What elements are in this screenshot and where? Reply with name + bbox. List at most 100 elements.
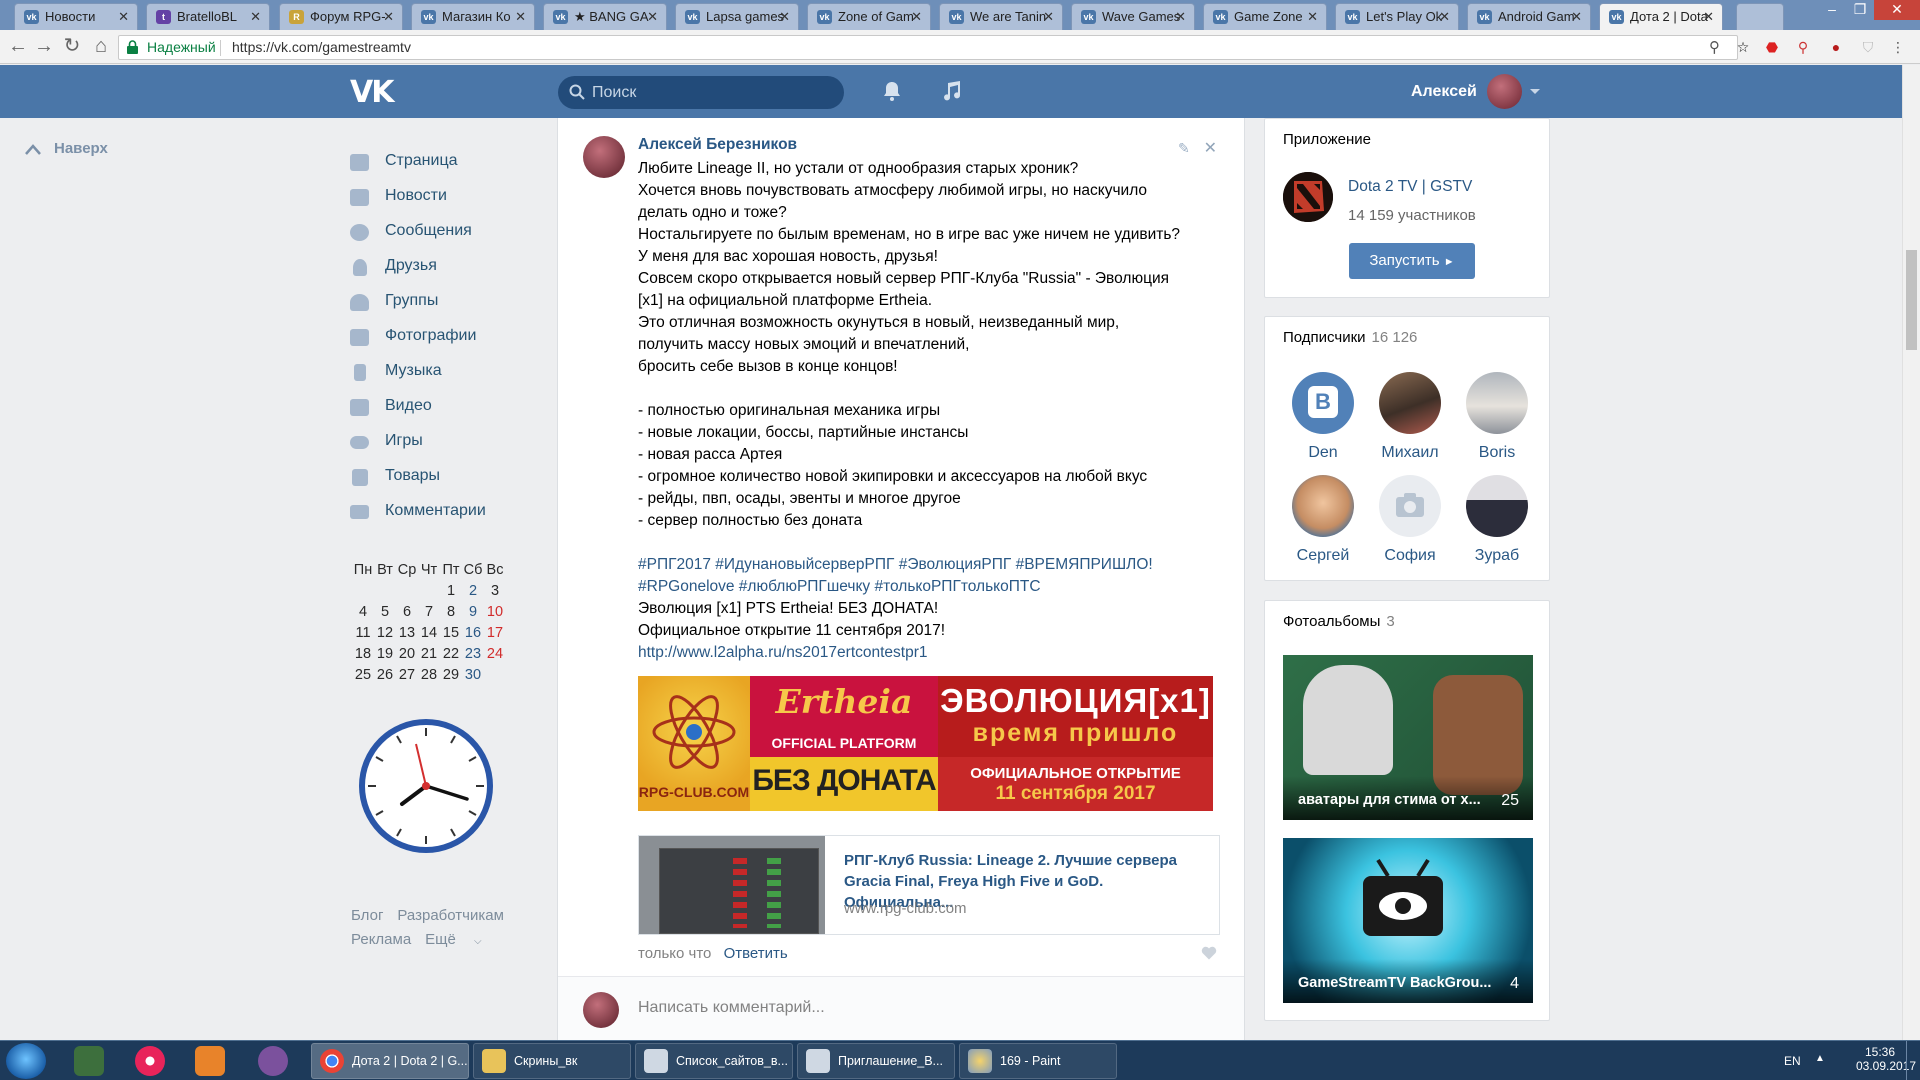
close-tab-icon[interactable]: ✕ xyxy=(1043,4,1054,30)
browser-tab[interactable]: vk Lapsa games ✕ xyxy=(675,3,799,30)
clock-date[interactable]: 15:36 03.09.2017 xyxy=(1856,1045,1916,1073)
vk-logo[interactable]: VK xyxy=(350,75,394,110)
close-tab-icon[interactable]: ✕ xyxy=(515,4,526,30)
desktop-icon[interactable] xyxy=(74,1046,104,1076)
extension-icon[interactable]: ⚲ xyxy=(1793,37,1813,57)
heart-icon[interactable] xyxy=(1201,946,1217,960)
close-tab-icon[interactable]: ✕ xyxy=(1307,4,1318,30)
url-field[interactable]: Надежный https://vk.com/gamestreamtv ⚲ xyxy=(118,35,1738,60)
browser-tab-active[interactable]: vk Дота 2 | Dota ✕ xyxy=(1599,3,1723,30)
chevron-down-icon[interactable] xyxy=(1530,89,1540,94)
adblock-icon[interactable]: ⬣ xyxy=(1762,37,1782,57)
photo-album[interactable]: GameStreamTV BackGrou... 4 xyxy=(1283,838,1533,1003)
taskbar-item[interactable]: Список_сайтов_в... xyxy=(635,1043,793,1079)
nav-item-video[interactable]: Видео xyxy=(350,397,550,432)
nav-item-groups[interactable]: Группы xyxy=(350,292,550,327)
comment-input[interactable]: Написать комментарий... xyxy=(638,999,825,1017)
close-tab-icon[interactable]: ✕ xyxy=(118,4,129,30)
menu-icon[interactable]: ⋮ xyxy=(1888,37,1908,57)
subscriber[interactable]: Зураб xyxy=(1457,475,1537,565)
browser-tab[interactable]: vk Новости ✕ xyxy=(14,3,138,30)
itunes-icon[interactable] xyxy=(135,1046,165,1076)
show-desktop-button[interactable] xyxy=(1906,1041,1920,1080)
search-input[interactable]: Поиск xyxy=(558,76,844,109)
close-tab-icon[interactable]: ✕ xyxy=(1439,4,1450,30)
browser-tab[interactable]: R Форум RPG- ✕ xyxy=(279,3,403,30)
forward-arrow-icon[interactable]: → xyxy=(31,35,57,59)
close-tab-icon[interactable]: ✕ xyxy=(911,4,922,30)
close-tab-icon[interactable]: ✕ xyxy=(779,4,790,30)
user-name[interactable]: Алексей xyxy=(1411,83,1477,101)
taskbar-item[interactable]: Дота 2 | Dota 2 | G... xyxy=(311,1043,469,1079)
dota-app-icon[interactable] xyxy=(1283,172,1333,222)
footer-link-blog[interactable]: Блог xyxy=(351,907,383,924)
subscriber[interactable]: В Den xyxy=(1283,372,1363,462)
back-arrow-icon[interactable]: ← xyxy=(5,35,31,59)
avatar[interactable] xyxy=(583,136,625,178)
launch-button[interactable]: Запустить ► xyxy=(1349,243,1475,279)
reply-button[interactable]: Ответить xyxy=(724,945,788,962)
nav-item-games[interactable]: Игры xyxy=(350,432,550,467)
page-scrollbar[interactable] xyxy=(1902,65,1920,1040)
browser-tab[interactable]: t BratelloBL ✕ xyxy=(146,3,270,30)
nav-item-friends[interactable]: Друзья xyxy=(350,257,550,292)
music-note-icon[interactable] xyxy=(939,79,963,103)
post-banner-image[interactable]: RPG-CLUB.COM Ertheia OFFICIAL PLATFORM Б… xyxy=(638,676,1213,811)
reload-icon[interactable]: ↻ xyxy=(59,35,85,59)
close-tab-icon[interactable]: ✕ xyxy=(647,4,658,30)
start-button[interactable] xyxy=(6,1043,46,1079)
nav-item-photos[interactable]: Фотографии xyxy=(350,327,550,362)
nav-item-goods[interactable]: Товары xyxy=(350,467,550,502)
browser-tab[interactable]: vk We are Tanin ✕ xyxy=(939,3,1063,30)
post-link[interactable]: http://www.l2alpha.ru/ns2017ertcontestpr… xyxy=(638,642,1228,664)
close-tab-icon[interactable]: ✕ xyxy=(1703,4,1714,30)
maximize-icon[interactable]: ❐ xyxy=(1846,0,1874,20)
nav-item-page[interactable]: Страница xyxy=(350,152,550,187)
app-name[interactable]: Dota 2 TV | GSTV xyxy=(1348,178,1472,196)
browser-tab[interactable]: vk Zone of Gam ✕ xyxy=(807,3,931,30)
nav-item-music[interactable]: Музыка xyxy=(350,362,550,397)
hashtags[interactable]: #RPGonelove #люблюРПГшечку #толькоРПГтол… xyxy=(638,576,1228,598)
subscriber[interactable]: Сергей xyxy=(1283,475,1363,565)
close-tab-icon[interactable]: ✕ xyxy=(383,4,394,30)
shield-icon[interactable]: ⛉ xyxy=(1858,37,1878,57)
taskbar-item[interactable]: Скрины_вк xyxy=(473,1043,631,1079)
window-close-icon[interactable]: ✕ xyxy=(1874,0,1920,20)
hashtags[interactable]: #РПГ2017 #ИдунановыйсерверРПГ #ЭволюцияР… xyxy=(638,554,1228,576)
avatar[interactable] xyxy=(1487,74,1522,109)
albums-heading[interactable]: Фотоальбомы 3 xyxy=(1283,613,1395,630)
footer-link-ads[interactable]: Реклама xyxy=(351,931,411,948)
footer-link-developers[interactable]: Разработчикам xyxy=(397,907,503,924)
subscriber[interactable]: София xyxy=(1370,475,1450,565)
scrollbar-thumb[interactable] xyxy=(1906,250,1917,350)
language-indicator[interactable]: EN xyxy=(1784,1054,1801,1068)
browser-tab[interactable]: vk Wave Games ✕ xyxy=(1071,3,1195,30)
viber-icon[interactable] xyxy=(258,1046,288,1076)
new-tab-button[interactable] xyxy=(1736,3,1784,30)
footer-link-more[interactable]: Ещё ⌵ xyxy=(425,931,495,948)
tray-arrow-icon[interactable]: ▲ xyxy=(1815,1053,1825,1064)
nav-item-comments[interactable]: Комментарии xyxy=(350,502,550,537)
nav-item-news[interactable]: Новости xyxy=(350,187,550,222)
subscriber[interactable]: Boris xyxy=(1457,372,1537,462)
post-time[interactable]: только что xyxy=(638,945,711,962)
photo-album[interactable]: аватары для стима от х... 25 xyxy=(1283,655,1533,820)
link-preview-card[interactable]: РПГ-Клуб Russia: Lineage 2. Лучшие серве… xyxy=(638,835,1220,935)
extension-icon[interactable]: ● xyxy=(1826,37,1846,57)
browser-tab[interactable]: vk Game Zone ✕ xyxy=(1203,3,1327,30)
browser-tab[interactable]: vk Let's Play Ok ✕ xyxy=(1335,3,1459,30)
bell-icon[interactable] xyxy=(880,79,904,103)
close-icon[interactable]: ✕ xyxy=(1204,140,1217,157)
minimize-icon[interactable]: – xyxy=(1818,0,1846,20)
media-player-icon[interactable] xyxy=(195,1046,225,1076)
browser-tab[interactable]: vk Android Gam ✕ xyxy=(1467,3,1591,30)
bookmark-star-icon[interactable]: ☆ xyxy=(1733,37,1753,57)
taskbar-item[interactable]: Приглашение_В... xyxy=(797,1043,955,1079)
close-tab-icon[interactable]: ✕ xyxy=(250,4,261,30)
close-tab-icon[interactable]: ✕ xyxy=(1175,4,1186,30)
post-author[interactable]: Алексей Березников xyxy=(638,136,797,154)
home-icon[interactable]: ⌂ xyxy=(88,35,114,59)
edit-pencil-icon[interactable]: ✎ xyxy=(1178,140,1190,156)
taskbar-item[interactable]: 169 - Paint xyxy=(959,1043,1117,1079)
zoom-icon[interactable]: ⚲ xyxy=(1709,36,1720,59)
